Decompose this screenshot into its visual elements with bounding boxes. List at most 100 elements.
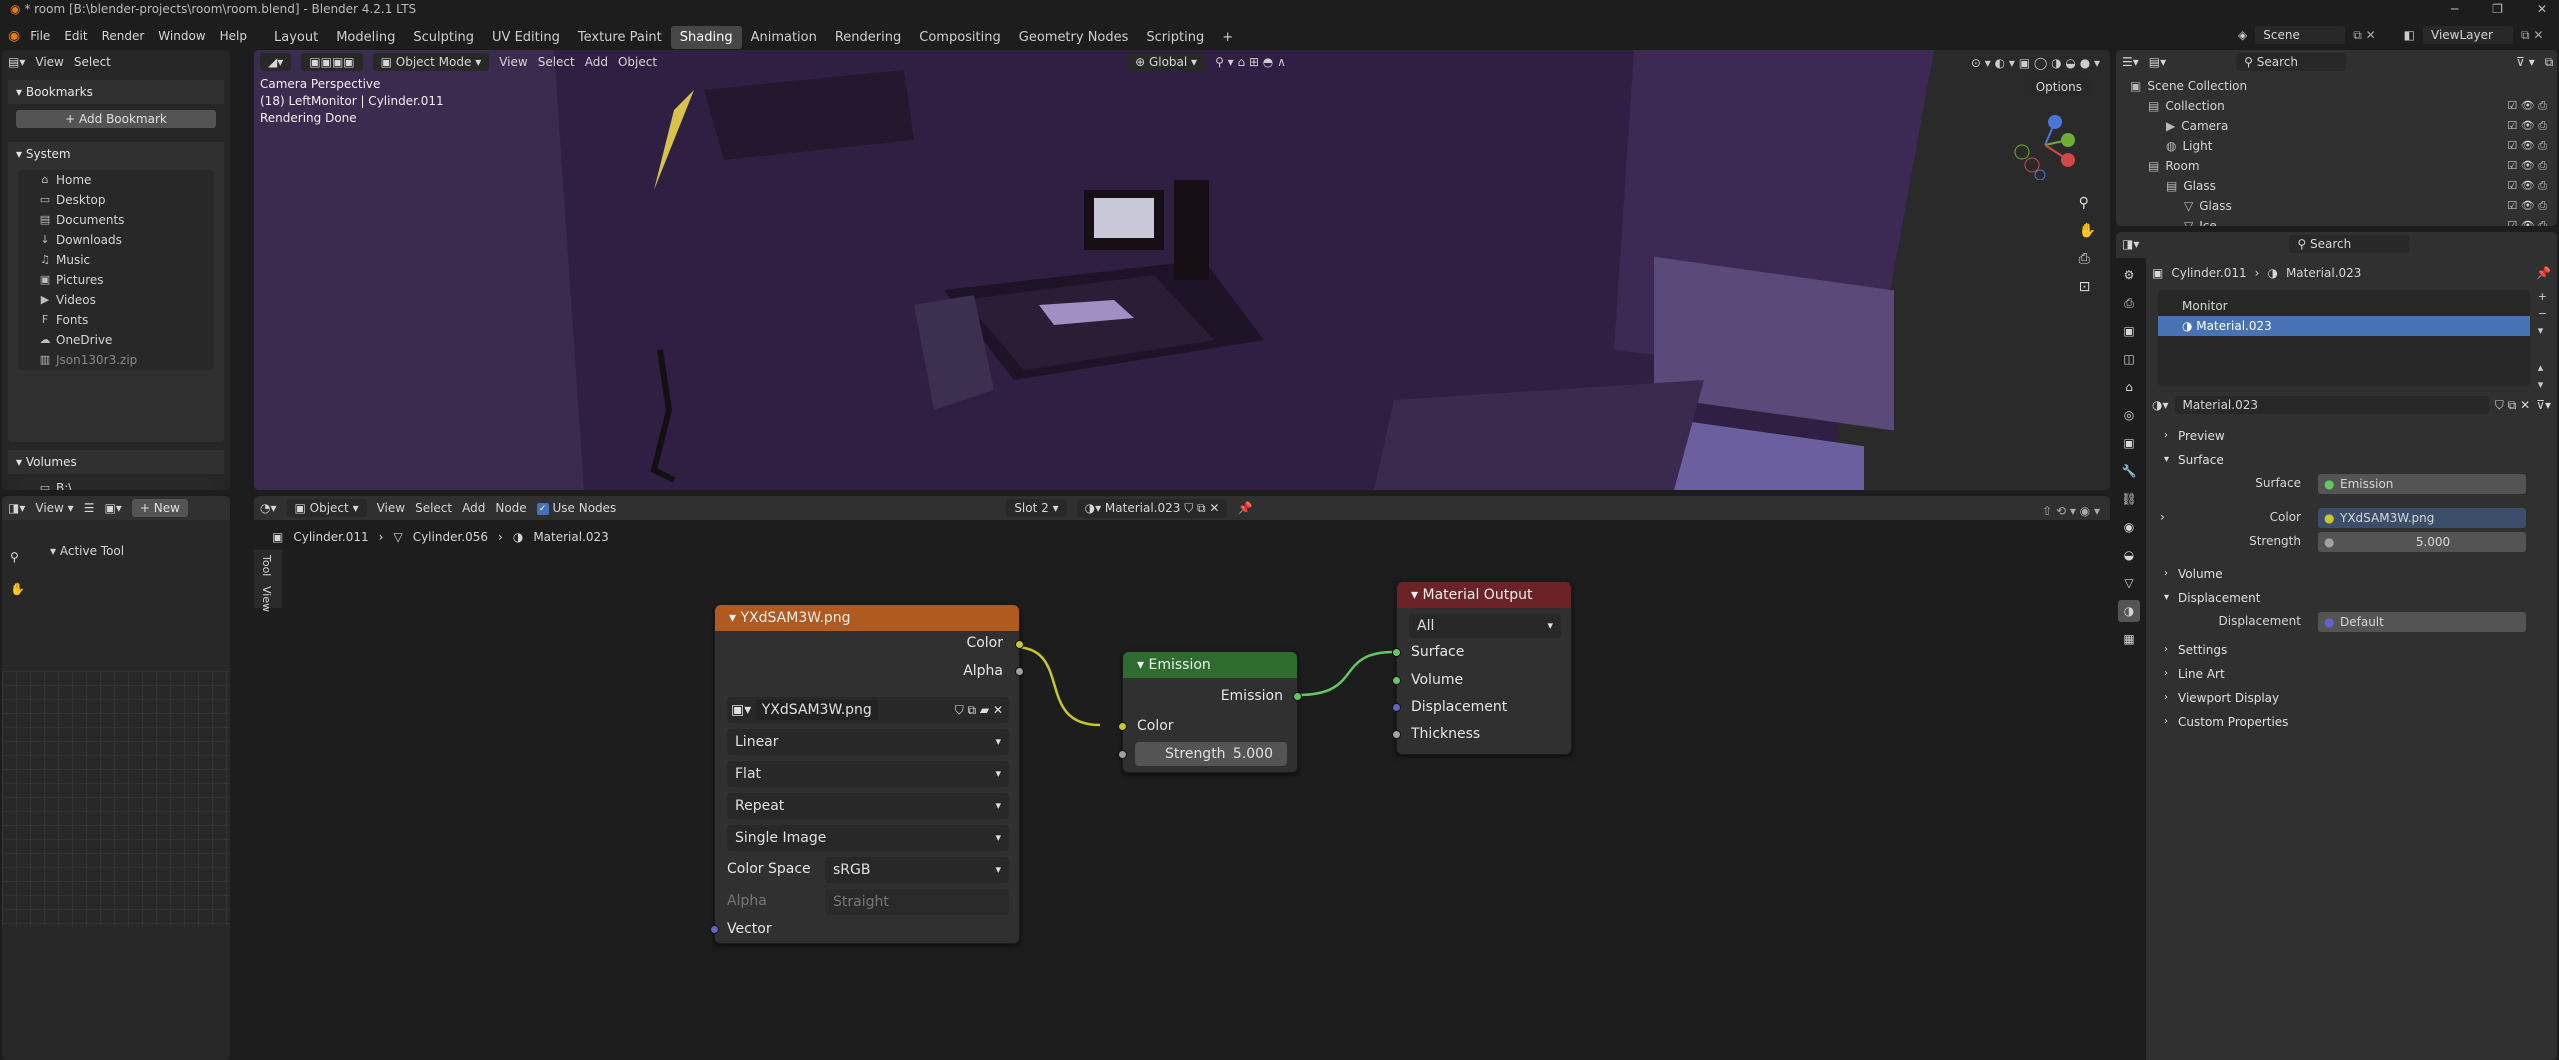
pan-hand-icon[interactable]: ✋ — [2079, 223, 2096, 239]
shader-node-editor[interactable]: ◔▾ ▣ Object ▾ View Select Add Node ✓ Use… — [254, 496, 2110, 1060]
menu-file[interactable]: File — [30, 29, 50, 43]
system-item-documents[interactable]: ▤ Documents — [18, 210, 214, 230]
tab-layout[interactable]: Layout — [265, 26, 327, 49]
bookmarks-title[interactable]: ▾ Bookmarks — [8, 80, 224, 104]
maximize-button[interactable]: ❐ — [2492, 0, 2503, 18]
properties-tab-icon[interactable]: ▣ — [2118, 432, 2140, 454]
color-space-dropdown[interactable]: sRGB ▾ — [825, 857, 1009, 883]
emission-color-socket[interactable] — [1118, 722, 1127, 731]
properties-tab-icon[interactable]: ⎙ — [2118, 292, 2140, 314]
visibility-icons[interactable]: ☑ 👁 ⎙ — [2507, 156, 2547, 176]
image-node-title[interactable]: ▾ YXdSAM3W.png — [715, 605, 1019, 631]
camera-icon[interactable]: ⎙ — [2079, 251, 2096, 267]
vp-menu-object[interactable]: Object — [618, 55, 657, 69]
outliner-display-mode[interactable]: ▤▾ — [2149, 55, 2166, 69]
system-item-onedrive[interactable]: ☁ OneDrive — [18, 330, 214, 350]
tab-shading[interactable]: Shading — [670, 26, 742, 49]
3d-viewport[interactable]: ◢▾ ▣▣▣▣ ▣ Object Mode ▾ View Select Add … — [254, 50, 2110, 490]
properties-tab-icon[interactable]: ◒ — [2118, 544, 2140, 566]
outliner-item[interactable]: ▽ Glass ☑ 👁 ⎙ — [2122, 196, 2553, 216]
out-alpha-socket[interactable] — [1015, 667, 1024, 676]
properties-tab-icon[interactable]: ▦ — [2118, 628, 2140, 650]
viewlayer-field[interactable]: ViewLayer — [2423, 26, 2514, 44]
output-thickness-socket[interactable] — [1392, 730, 1401, 739]
transform-orientation-dropdown[interactable]: ⊕ Global ▾ — [1127, 53, 1206, 71]
extension-dropdown[interactable]: Repeat ▾ — [727, 793, 1009, 819]
image-editor-icon[interactable]: ▣▾ — [104, 501, 121, 515]
vp-menu-add[interactable]: Add — [585, 55, 608, 69]
zoom-icon[interactable]: ⚲ — [2079, 195, 2096, 211]
section-preview[interactable]: › Preview — [2152, 424, 2551, 448]
tab-uv-editing[interactable]: UV Editing — [483, 26, 569, 49]
viewlayer-icons[interactable]: ⧉ ✕ — [2521, 28, 2543, 43]
section-volume[interactable]: › Volume — [2152, 562, 2551, 586]
volumes-title[interactable]: ▾ Volumes — [8, 450, 224, 474]
properties-editor-type[interactable]: ◨▾ — [2122, 237, 2139, 251]
fb-menu-view[interactable]: View — [35, 55, 63, 69]
emission-node[interactable]: ▾ Emission Emission Color Strength 5.000 — [1118, 651, 1302, 773]
properties-tab-icon[interactable]: ▽ — [2118, 572, 2140, 594]
projection-dropdown[interactable]: Flat ▾ — [727, 761, 1009, 787]
source-dropdown[interactable]: Single Image ▾ — [727, 825, 1009, 851]
zoom-tool-icon[interactable]: ⚲ — [10, 550, 19, 564]
visibility-icons[interactable]: ☑ 👁 ⎙ — [2507, 216, 2547, 226]
editor-type-icon[interactable]: ▤▾ — [8, 55, 25, 69]
emission-node-title[interactable]: ▾ Emission — [1123, 652, 1297, 678]
material-output-title[interactable]: ▾ Material Output — [1397, 582, 1571, 608]
system-item-json130r3-zip[interactable]: ▥ Json130r3.zip — [18, 350, 214, 370]
properties-tab-icon[interactable]: ◉ — [2118, 516, 2140, 538]
visibility-icons[interactable]: ☑ 👁 ⎙ — [2507, 136, 2547, 156]
emission-out-socket[interactable] — [1293, 692, 1302, 701]
blender-menu-icon[interactable]: ◉ — [8, 28, 20, 44]
tab-add[interactable]: + — [1213, 26, 1242, 49]
viewport-shading-controls[interactable]: ⊙ ▾ ◐ ▾ ▣ ◯ ◑ ◒ ● ▾ — [1971, 56, 2100, 70]
material-filter-icon[interactable]: ⊽▾ — [2536, 398, 2551, 412]
output-target-dropdown[interactable]: All ▾ — [1409, 614, 1561, 638]
system-item-downloads[interactable]: ↓ Downloads — [18, 230, 214, 250]
visibility-icons[interactable]: ☑ 👁 ⎙ — [2507, 176, 2547, 196]
slot-monitor[interactable]: Monitor — [2158, 296, 2530, 316]
menu-help[interactable]: Help — [220, 29, 247, 43]
properties-tab-icon[interactable]: 🔧 — [2118, 460, 2140, 482]
scene-field[interactable]: Scene — [2255, 26, 2346, 44]
outliner-item[interactable]: ◍ Light ☑ 👁 ⎙ — [2122, 136, 2553, 156]
image-selector[interactable]: ▣▾ YXdSAM3W.png ⛉ ⧉ ▰ ✕ — [727, 697, 1009, 723]
visibility-icons[interactable]: ☑ 👁 ⎙ — [2507, 196, 2547, 216]
new-button[interactable]: + New — [131, 499, 188, 517]
outliner-editor-type[interactable]: ☰▾ — [2122, 55, 2139, 69]
output-surface-socket[interactable] — [1392, 648, 1401, 657]
menu-render[interactable]: Render — [102, 29, 145, 43]
active-tool-panel[interactable]: ▾ Active Tool — [50, 544, 220, 558]
close-button[interactable]: ✕ — [2537, 0, 2547, 18]
out-color-socket[interactable] — [1015, 640, 1024, 649]
tool-menu-view[interactable]: View ▾ — [35, 501, 73, 515]
list-icon[interactable]: ☰ — [84, 501, 95, 515]
tab-animation[interactable]: Animation — [742, 26, 826, 49]
system-item-home[interactable]: ⌂ Home — [18, 170, 214, 190]
section-viewport-display[interactable]: › Viewport Display — [2152, 686, 2551, 710]
section-settings[interactable]: › Settings — [2152, 638, 2551, 662]
properties-tab-icon[interactable]: ⚙ — [2118, 264, 2140, 286]
pan-tool-icon[interactable]: ✋ — [10, 582, 25, 596]
lock-icon[interactable]: ⊡ — [2079, 279, 2096, 295]
snap-icons[interactable]: ⚲ ▾ ⌂ ⊞ ◓ ∧ — [1215, 55, 1286, 69]
system-item-music[interactable]: ♫ Music — [18, 250, 214, 270]
outliner-search[interactable]: ⚲ Search — [2236, 53, 2347, 71]
properties-tab-icon[interactable]: ▣ — [2118, 320, 2140, 342]
image-action-icons[interactable]: ⛉ ⧉ ▰ ✕ — [955, 697, 1003, 723]
scene-icons[interactable]: ⧉ ✕ — [2353, 28, 2375, 43]
tab-rendering[interactable]: Rendering — [826, 26, 910, 49]
output-displacement-socket[interactable] — [1392, 703, 1401, 712]
material-fake-user-icon[interactable]: ⛉ ⧉ ✕ — [2495, 398, 2530, 413]
section-displacement[interactable]: ▾ Displacement — [2152, 586, 2551, 610]
vp-menu-view[interactable]: View — [499, 55, 527, 69]
section-surface[interactable]: ▾ Surface — [2152, 448, 2551, 472]
material-name-field[interactable]: Material.023 — [2174, 396, 2489, 414]
outliner-item[interactable]: ▽ Ice ☑ 👁 ⎙ — [2122, 216, 2553, 226]
tab-sculpting[interactable]: Sculpting — [404, 26, 483, 49]
emission-strength-socket[interactable] — [1118, 750, 1127, 759]
system-item-fonts[interactable]: F Fonts — [18, 310, 214, 330]
output-volume-socket[interactable] — [1392, 676, 1401, 685]
outliner-item[interactable]: ▤ Glass ☑ 👁 ⎙ — [2122, 176, 2553, 196]
system-title[interactable]: ▾ System — [8, 142, 224, 166]
